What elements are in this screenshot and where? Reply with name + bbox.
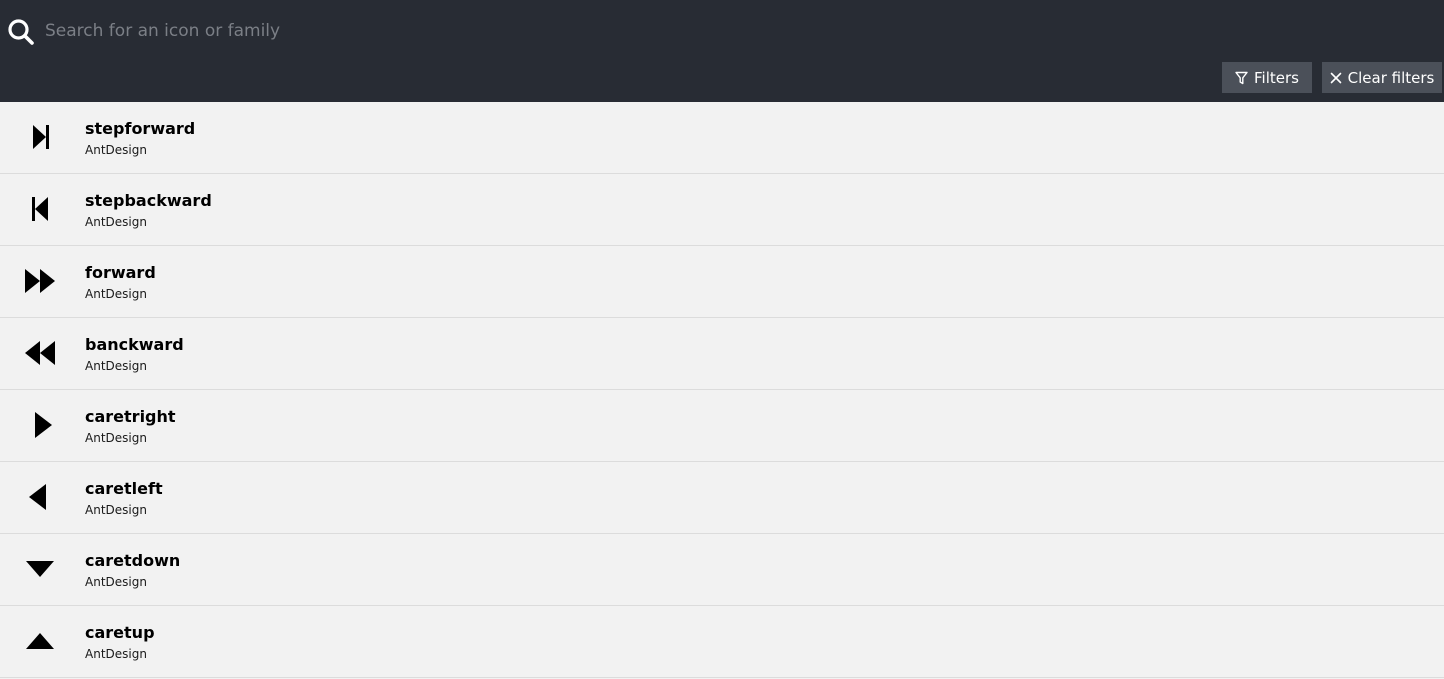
filter-icon — [1235, 71, 1248, 84]
app-header: Filters Clear filters — [0, 0, 1444, 102]
backward-icon — [20, 335, 60, 371]
list-item[interactable]: banckward AntDesign — [0, 318, 1444, 390]
icon-family: AntDesign — [85, 647, 147, 661]
icon-family: AntDesign — [85, 575, 147, 589]
icon-name: stepforward — [85, 119, 196, 138]
list-item[interactable]: caretleft AntDesign — [0, 462, 1444, 534]
icon-name: banckward — [85, 335, 184, 354]
icon-family: AntDesign — [85, 143, 147, 157]
list-item[interactable]: stepbackward AntDesign — [0, 174, 1444, 246]
forward-icon — [20, 263, 60, 299]
icon-list: stepforward AntDesign stepbackward AntDe… — [0, 102, 1444, 678]
search-icon[interactable] — [7, 18, 35, 46]
caret-left-icon — [20, 479, 60, 515]
list-item[interactable]: forward AntDesign — [0, 246, 1444, 318]
list-item[interactable]: caretup AntDesign — [0, 606, 1444, 678]
search-bar — [0, 0, 1444, 60]
clear-filters-label: Clear filters — [1347, 68, 1435, 87]
icon-family: AntDesign — [85, 431, 147, 445]
filters-label: Filters — [1254, 68, 1299, 87]
close-icon — [1330, 72, 1341, 83]
icon-name: caretdown — [85, 551, 181, 570]
icon-name: stepbackward — [85, 191, 212, 210]
search-input[interactable] — [45, 14, 1425, 48]
step-backward-icon — [20, 191, 60, 227]
clear-filters-button[interactable]: Clear filters — [1322, 62, 1442, 93]
icon-family: AntDesign — [85, 287, 147, 301]
icon-family: AntDesign — [85, 503, 147, 517]
icon-name: forward — [85, 263, 156, 282]
list-item[interactable]: stepforward AntDesign — [0, 102, 1444, 174]
icon-name: caretup — [85, 623, 155, 642]
icon-family: AntDesign — [85, 215, 147, 229]
list-item[interactable]: caretdown AntDesign — [0, 534, 1444, 606]
caret-right-icon — [20, 407, 60, 443]
step-forward-icon — [20, 119, 60, 155]
filters-button[interactable]: Filters — [1222, 62, 1312, 93]
caret-up-icon — [20, 623, 60, 659]
list-item[interactable]: caretright AntDesign — [0, 390, 1444, 462]
icon-family: AntDesign — [85, 359, 147, 373]
icon-name: caretright — [85, 407, 176, 426]
icon-name: caretleft — [85, 479, 163, 498]
caret-down-icon — [20, 551, 60, 587]
